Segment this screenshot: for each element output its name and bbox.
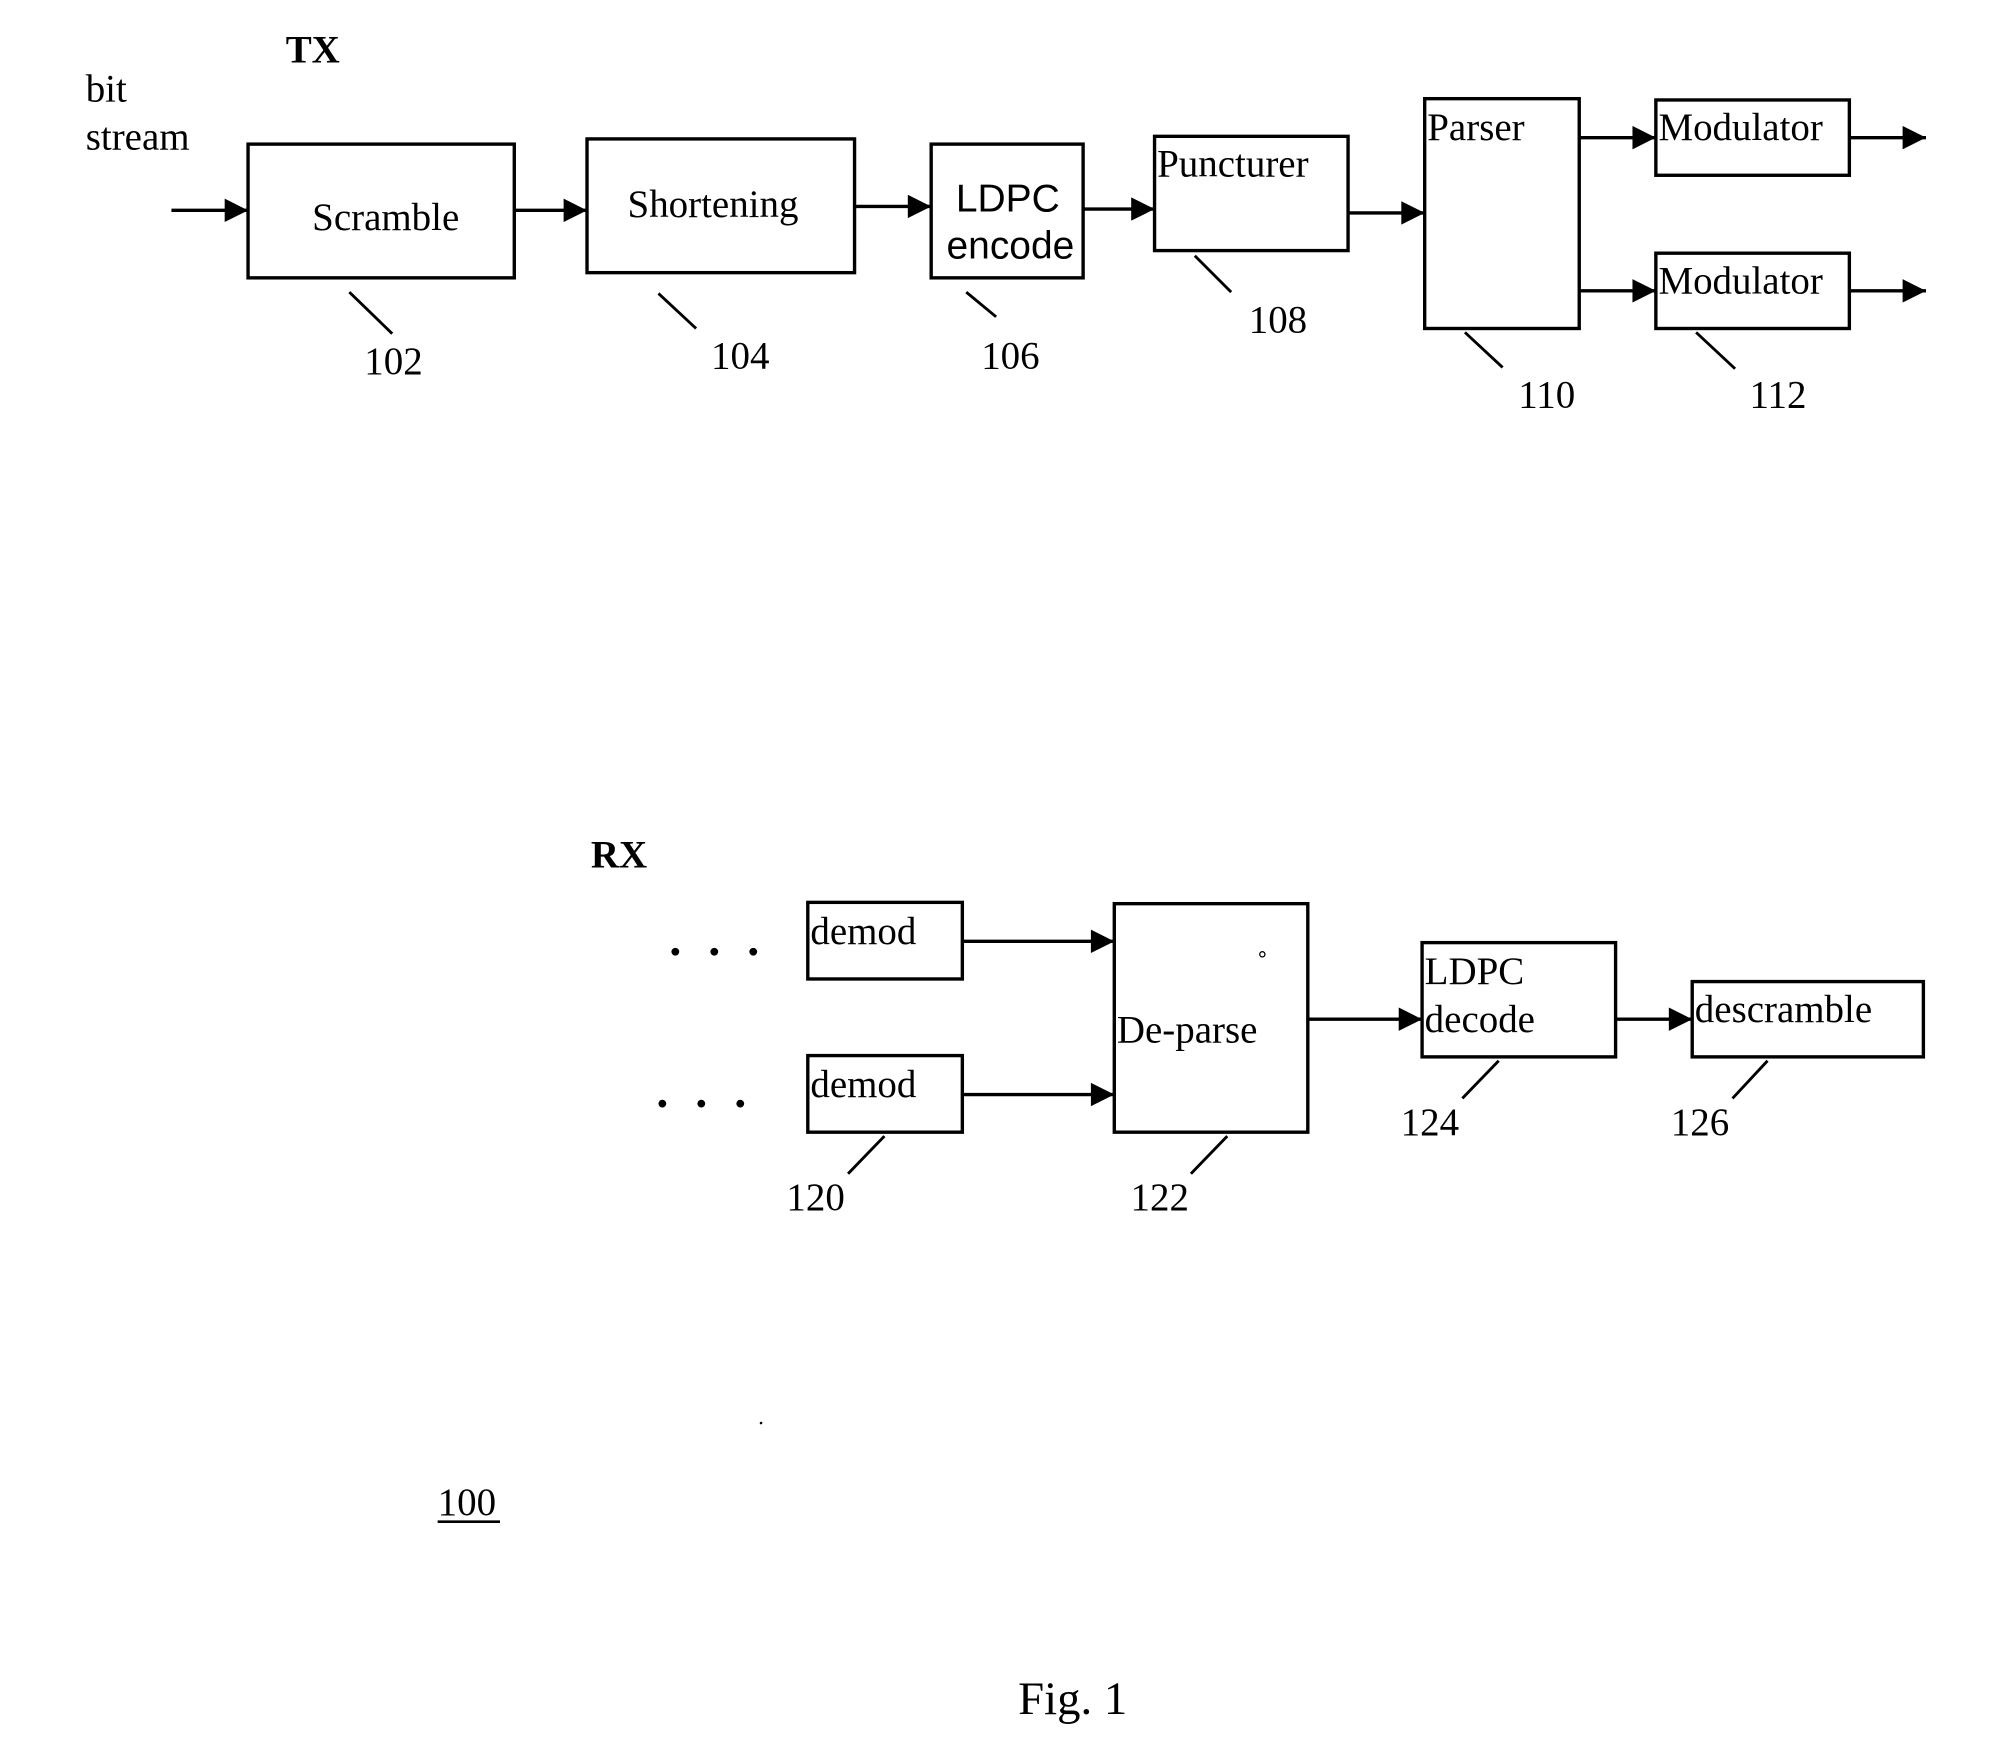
shortening-label: Shortening <box>628 183 799 226</box>
block-de-parse: De-parse 122 <box>1112 901 1310 1219</box>
scramble-label: Scramble <box>312 196 459 239</box>
ellipsis-bottom <box>658 1099 745 1108</box>
de-parse-ref: 122 <box>1131 1176 1189 1219</box>
block-parser: Parser 110 <box>1422 96 1581 417</box>
de-parse-leader <box>1189 1135 1229 1175</box>
puncturer-leader <box>1193 254 1233 294</box>
puncturer-label: Puncturer <box>1157 143 1308 186</box>
block-scramble: Scramble 102 <box>246 142 516 383</box>
rx-title: RX <box>591 833 647 876</box>
demod-2-label: demod <box>810 1063 916 1106</box>
de-parse-label: De-parse <box>1117 1009 1258 1052</box>
ldpc-encode-ref: 106 <box>981 335 1039 378</box>
parser-leader <box>1463 331 1504 369</box>
descramble-ref: 126 <box>1671 1101 1729 1144</box>
demod-1-label: demod <box>810 910 916 953</box>
patent-figure: TX bit stream Scramble 102 Shortening 10… <box>86 28 1926 1725</box>
figure-caption: Fig. 1 <box>1018 1673 1127 1725</box>
shortening-ref: 104 <box>711 335 769 378</box>
rx-section: RX demod demod 120 De-parse 122 LDPC dec… <box>591 833 1926 1219</box>
block-descramble: descramble 126 <box>1671 979 1926 1144</box>
parser-label: Parser <box>1427 106 1524 149</box>
ldpc-decode-label-line1: LDPC <box>1425 950 1525 993</box>
parser-ref: 110 <box>1518 374 1575 417</box>
scramble-leader <box>348 291 394 335</box>
block-demod-2: demod 120 <box>786 1053 965 1219</box>
descramble-leader <box>1731 1059 1769 1100</box>
ldpc-decode-label-line2: decode <box>1425 998 1535 1041</box>
block-puncturer: Puncturer 108 <box>1152 134 1350 341</box>
ldpc-decode-leader <box>1461 1059 1500 1100</box>
demod-leader <box>847 1135 886 1175</box>
stray-dot <box>759 1421 763 1425</box>
tx-title: TX <box>286 28 340 71</box>
ldpc-encode-label-line1: LDPC <box>956 178 1060 221</box>
puncturer-ref: 108 <box>1249 298 1307 341</box>
modulator-leader <box>1695 331 1737 370</box>
ellipsis-top <box>671 947 758 956</box>
modulator-ref: 112 <box>1749 374 1806 417</box>
block-shortening: Shortening 104 <box>585 137 857 378</box>
scramble-ref: 102 <box>364 340 422 383</box>
block-modulator-1: Modulator <box>1654 98 1852 177</box>
descramble-label: descramble <box>1695 988 1872 1031</box>
bit-stream-label-line2: stream <box>86 115 190 158</box>
shortening-leader <box>657 292 698 330</box>
block-modulator-2: Modulator 112 <box>1654 251 1852 417</box>
block-demod-1: demod <box>806 900 965 981</box>
block-ldpc-decode: LDPC decode 124 <box>1401 940 1618 1144</box>
block-ldpc-encode: LDPC encode 106 <box>929 142 1085 378</box>
ldpc-encode-leader <box>965 291 998 318</box>
modulator-2-label: Modulator <box>1658 259 1822 302</box>
ldpc-decode-ref: 124 <box>1401 1101 1459 1144</box>
ldpc-encode-label-line2: encode <box>947 224 1075 267</box>
demod-ref: 120 <box>786 1176 844 1219</box>
bit-stream-label-line1: bit <box>86 67 127 110</box>
modulator-1-label: Modulator <box>1658 106 1822 149</box>
system-ref-number: 100 <box>438 1481 496 1524</box>
system-reference: 100 <box>438 1481 501 1524</box>
tx-section: TX bit stream Scramble 102 Shortening 10… <box>86 28 1926 417</box>
